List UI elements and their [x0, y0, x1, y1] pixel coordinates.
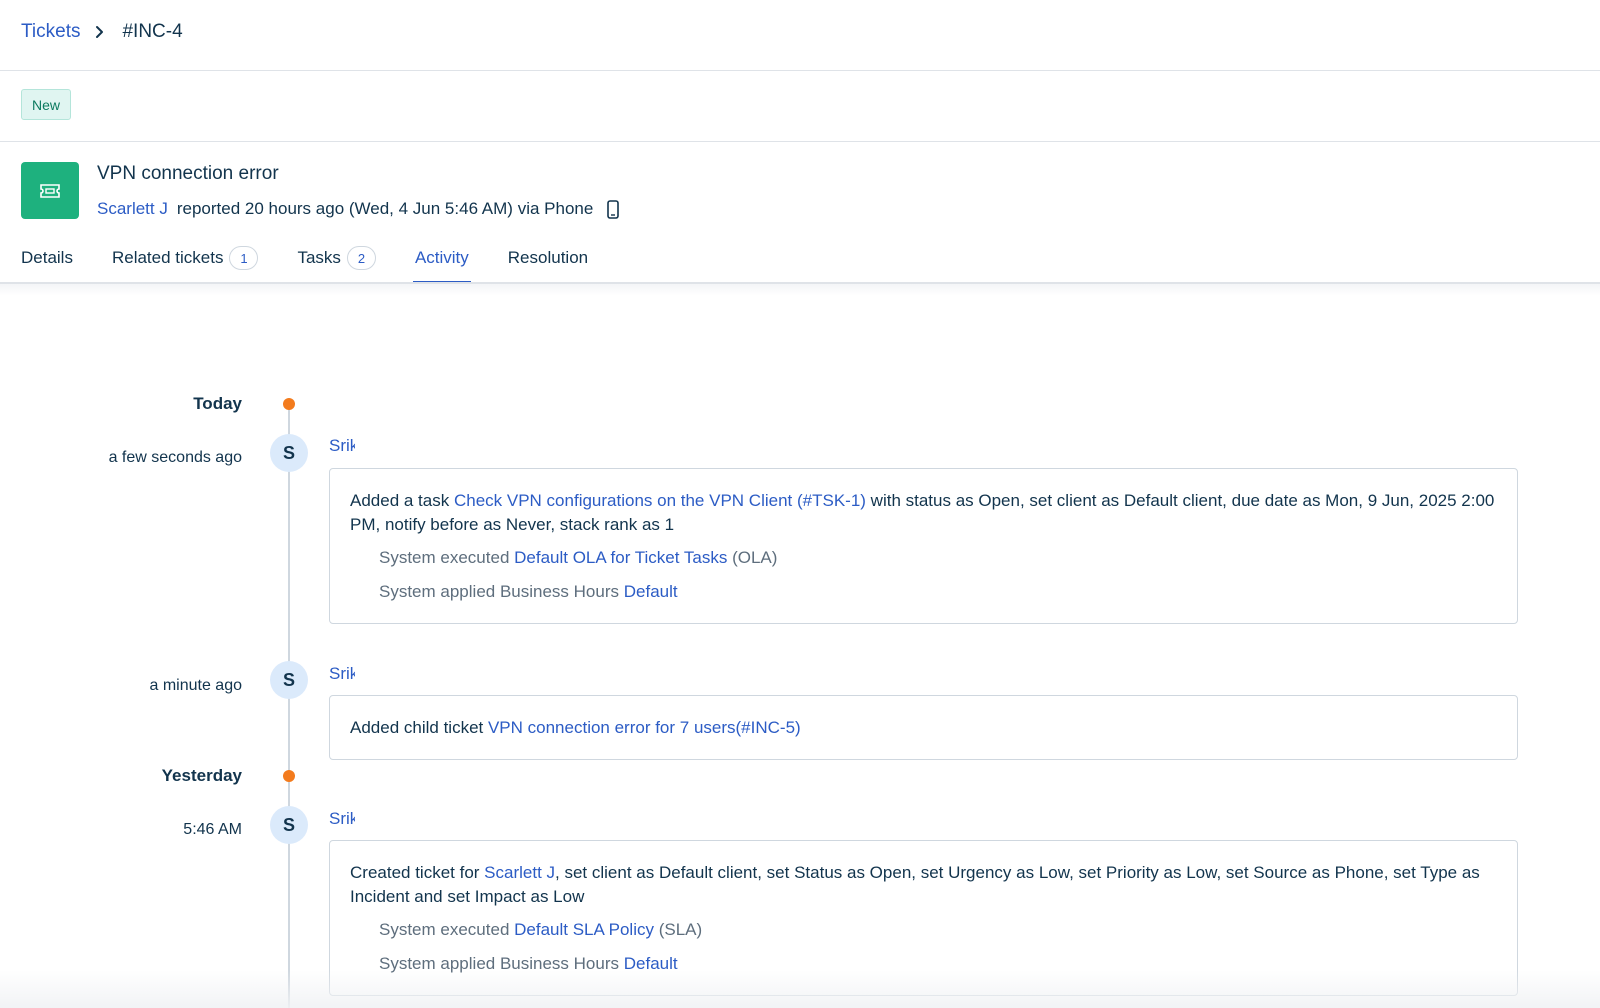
avatar: S	[270, 661, 308, 699]
system-line: System executed Default SLA Policy (SLA)	[350, 918, 1497, 942]
reporter-link-inline[interactable]: Scarlett J	[484, 863, 555, 882]
tab-tasks-label: Tasks	[297, 248, 341, 267]
tab-resolution-label: Resolution	[507, 248, 589, 267]
activity-text-prefix: Created ticket for	[350, 863, 485, 882]
ola-link[interactable]: Default OLA for Ticket Tasks	[514, 548, 727, 567]
breadcrumb-tickets-link[interactable]: Tickets	[21, 21, 80, 43]
system-line: System applied Business Hours Default	[350, 580, 1497, 604]
activity-text: Created ticket for Scarlett J, set clien…	[350, 861, 1497, 909]
avatar: S	[270, 434, 308, 472]
tab-resolution[interactable]: Resolution	[508, 242, 588, 274]
breadcrumb-current: #INC-4	[122, 21, 183, 42]
system-line-prefix: System applied Business Hours	[379, 582, 624, 601]
tab-bar: Details Related tickets 1 Tasks 2 Activity…	[21, 242, 588, 284]
status-badge: New	[21, 89, 72, 120]
actor-link[interactable]: Srikanth	[329, 436, 355, 456]
related-tickets-count: 1	[229, 246, 259, 270]
tab-details[interactable]: Details	[21, 242, 73, 274]
tab-details-label: Details	[21, 248, 73, 267]
activity-card: Created ticket for Scarlett J, set clien…	[329, 840, 1518, 996]
activity-text-prefix: Added a task	[350, 491, 454, 510]
business-hours-link[interactable]: Default	[624, 582, 678, 601]
system-line-prefix: System executed	[379, 920, 515, 939]
breadcrumb: Tickets #INC-4	[21, 19, 183, 45]
system-line: System applied Business Hours Default	[350, 952, 1497, 976]
event-time: a few seconds ago	[108, 449, 242, 466]
tab-related-tickets-label: Related tickets	[111, 248, 224, 267]
phone-icon	[607, 199, 620, 219]
activity-text-prefix: Added child ticket	[350, 718, 488, 737]
tab-activity-label: Activity	[414, 248, 469, 267]
tab-tasks[interactable]: Tasks 2	[297, 242, 376, 274]
child-ticket-link[interactable]: VPN connection error for 7 users(#INC-5)	[488, 718, 801, 737]
day-label-yesterday: Yesterday	[161, 766, 242, 785]
avatar: S	[270, 806, 308, 844]
activity-card: Added child ticket VPN connection error …	[329, 695, 1518, 760]
sla-link[interactable]: Default SLA Policy	[514, 920, 654, 939]
ticket-title: VPN connection error	[97, 163, 279, 184]
activity-text: Added a task Check VPN configurations on…	[350, 489, 1497, 537]
ticket-meta: Scarlett J reported 20 hours ago (Wed, 4…	[97, 199, 620, 219]
reporter-link[interactable]: Scarlett J	[97, 199, 168, 219]
day-marker-dot	[283, 398, 295, 410]
timeline-line	[288, 402, 290, 1008]
activity-text: Added child ticket VPN connection error …	[350, 716, 1497, 740]
event-time: a minute ago	[149, 677, 242, 694]
tasks-count: 2	[346, 246, 376, 270]
system-line-prefix: System applied Business Hours	[379, 954, 624, 973]
tab-related-tickets[interactable]: Related tickets 1	[112, 242, 259, 274]
reported-text: reported 20 hours ago (Wed, 4 Jun 5:46 A…	[176, 199, 594, 218]
tab-activity[interactable]: Activity	[412, 242, 471, 283]
day-label-today: Today	[193, 394, 242, 413]
actor-link[interactable]: Srikanth	[329, 809, 355, 829]
system-line-suffix: (SLA)	[653, 920, 703, 939]
ticket-icon	[21, 162, 79, 219]
task-link[interactable]: Check VPN configurations on the VPN Clie…	[454, 491, 866, 510]
header-divider	[0, 70, 1600, 71]
system-line: System executed Default OLA for Ticket T…	[350, 546, 1497, 570]
status-divider	[0, 141, 1600, 142]
system-line-suffix: (OLA)	[727, 548, 778, 567]
tabs-shadow	[0, 284, 1600, 296]
event-time: 5:46 AM	[183, 821, 242, 838]
business-hours-link[interactable]: Default	[624, 954, 678, 973]
activity-card: Added a task Check VPN configurations on…	[329, 468, 1518, 624]
day-marker-dot	[283, 770, 295, 782]
actor-link[interactable]: Srikanth	[329, 664, 355, 684]
system-line-prefix: System executed	[379, 548, 515, 567]
chevron-right-icon	[92, 24, 108, 40]
